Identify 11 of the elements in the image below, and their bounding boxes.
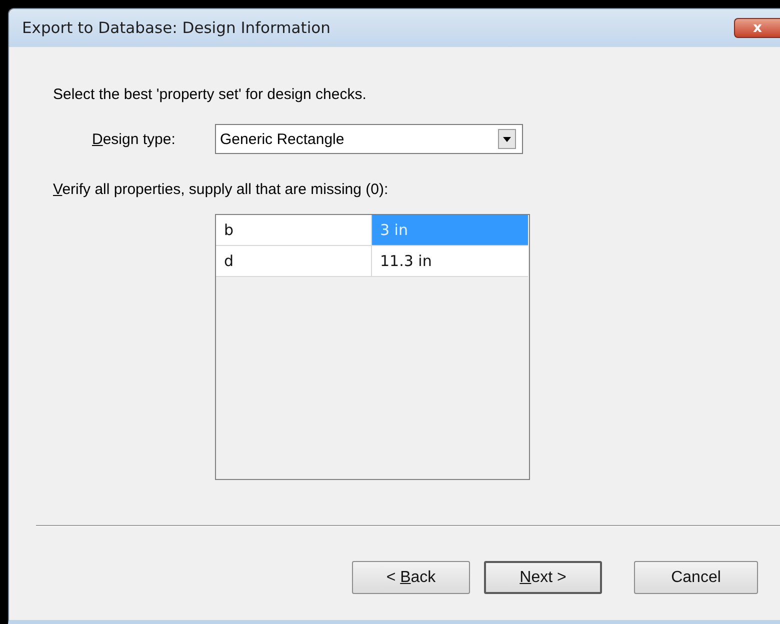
dialog-button[interactable]: Cancel [634,561,758,594]
window-title: Export to Database: Design Information [22,19,330,37]
table-cell[interactable]: b [216,215,372,246]
field-label: Design type: [92,130,176,148]
section-label: Verify all properties, supply all that are missing (0): [53,181,390,198]
dialog-button[interactable]: < Back [352,561,470,594]
design-type-dropdown[interactable]: Generic Rectangle [215,124,523,154]
instruction-text: Select the best 'property set' for design checks. [53,86,368,105]
table-cell[interactable]: d [216,246,372,277]
table-cell[interactable]: 11.3 in [372,246,528,277]
dialog-button[interactable]: Next > [484,561,602,594]
